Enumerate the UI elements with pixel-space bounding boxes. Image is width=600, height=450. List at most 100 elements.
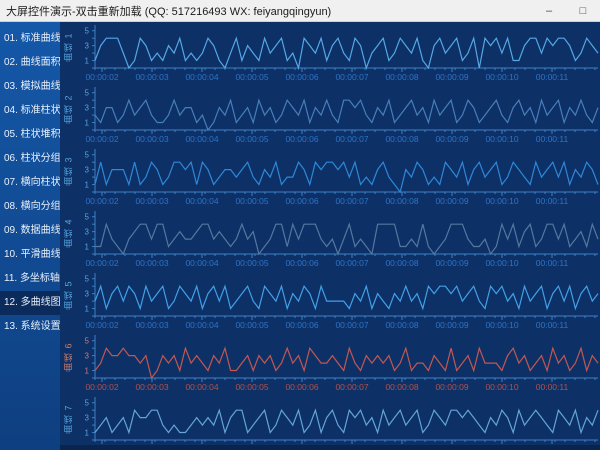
chart-panel[interactable]: 曲线 1 5 3 1 00:00:02 00:00:03 00:00:04 00:00:05 0… [60, 22, 600, 450]
y-tick-label: 1 [85, 243, 90, 252]
x-tick-label: 00:00:10 [485, 382, 518, 392]
y-tick-label: 5 [85, 151, 90, 160]
x-tick-label: 00:00:10 [485, 72, 518, 82]
app-window: 大屏控件演示-双击重新加载 (QQ: 517216493 WX: feiyang… [0, 0, 600, 450]
chart-svg: 53100:00:0200:00:0300:00:0400:00:0500:00… [76, 84, 600, 146]
x-tick-label: 00:00:02 [85, 320, 118, 330]
line-series [95, 100, 598, 130]
sidebar-item-10[interactable]: 10. 平滑曲线 [0, 243, 60, 267]
sidebar-item-09[interactable]: 09. 数据曲线 [0, 219, 60, 243]
sidebar-item-07[interactable]: 07. 横向柱状 [0, 171, 60, 195]
x-tick-label: 00:00:08 [385, 382, 418, 392]
y-tick-label: 5 [85, 89, 90, 98]
maximize-button[interactable]: □ [566, 0, 600, 22]
x-tick-label: 00:00:03 [135, 320, 168, 330]
chart-row-7: 曲线 7 5 3 1 [60, 394, 600, 450]
x-tick-label: 00:00:04 [185, 72, 218, 82]
x-tick-label: 00:00:03 [135, 258, 168, 268]
line-series [95, 348, 598, 378]
minimize-icon: – [546, 5, 552, 17]
x-tick-label: 00:00:05 [235, 382, 268, 392]
chart-row-5: 曲线 553100:00:0200:00:0300:00:0400:00:050… [60, 270, 600, 332]
y-tick-label: 5 [85, 399, 90, 408]
main-area: 01. 标准曲线02. 曲线面积03. 模拟曲线04. 标准柱状05. 柱状堆积… [0, 22, 600, 450]
x-tick-label: 00:00:03 [135, 72, 168, 82]
x-tick-label: 00:00:08 [385, 196, 418, 206]
x-tick-label: 00:00:06 [285, 196, 318, 206]
sidebar-item-08[interactable]: 08. 横向分组 [0, 195, 60, 219]
x-tick-label: 00:00:07 [335, 382, 368, 392]
chart-svg: 5 3 1 [76, 394, 600, 450]
maximize-icon: □ [580, 5, 587, 17]
chart-y-title: 曲线 5 [60, 270, 76, 320]
x-tick-label: 00:00:11 [536, 382, 569, 392]
x-tick-label: 00:00:04 [185, 134, 218, 144]
x-tick-label: 00:00:09 [435, 382, 468, 392]
chart-y-title: 曲线 6 [60, 332, 76, 382]
chart-svg: 53100:00:0200:00:0300:00:0400:00:0500:00… [76, 146, 600, 208]
x-tick-label: 00:00:06 [285, 320, 318, 330]
x-tick-label: 00:00:08 [385, 258, 418, 268]
x-tick-label: 00:00:04 [185, 320, 218, 330]
y-tick-label: 5 [85, 213, 90, 222]
sidebar-item-06[interactable]: 06. 柱状分组 [0, 147, 60, 171]
y-tick-label: 1 [85, 119, 90, 128]
y-tick-label: 1 [85, 305, 90, 314]
chart-row-3: 曲线 353100:00:0200:00:0300:00:0400:00:050… [60, 146, 600, 208]
line-series [95, 162, 598, 192]
chart-y-title: 曲线 3 [60, 146, 76, 196]
x-tick-label: 00:00:08 [385, 134, 418, 144]
sidebar-item-13[interactable]: 13. 系统设置 [0, 315, 60, 339]
sidebar-item-03[interactable]: 03. 模拟曲线 [0, 75, 60, 99]
y-tick-label: 1 [85, 181, 90, 190]
titlebar: 大屏控件演示-双击重新加载 (QQ: 517216493 WX: feiyang… [0, 0, 600, 22]
chart-svg: 53100:00:0200:00:0300:00:0400:00:0500:00… [76, 270, 600, 332]
x-tick-label: 00:00:04 [185, 382, 218, 392]
y-tick-label: 3 [85, 414, 90, 423]
axes [92, 397, 598, 444]
minimize-button[interactable]: – [532, 0, 566, 22]
y-tick-label: 1 [85, 429, 90, 438]
x-tick-label: 00:00:02 [85, 134, 118, 144]
x-tick-label: 00:00:05 [235, 134, 268, 144]
line-series [95, 224, 598, 254]
sidebar-item-05[interactable]: 05. 柱状堆积 [0, 123, 60, 147]
sidebar-item-12[interactable]: 12. 多曲线图 [0, 291, 60, 315]
x-tick-label: 00:00:02 [85, 196, 118, 206]
x-tick-label: 00:00:09 [435, 196, 468, 206]
x-tick-label: 00:00:10 [485, 134, 518, 144]
sidebar-item-11[interactable]: 11. 多坐标轴 [0, 267, 60, 291]
sidebar-item-04[interactable]: 04. 标准柱状 [0, 99, 60, 123]
x-tick-label: 00:00:10 [485, 258, 518, 268]
x-tick-label: 00:00:07 [335, 196, 368, 206]
x-tick-label: 00:00:06 [285, 382, 318, 392]
chart-y-title: 曲线 1 [60, 22, 76, 72]
x-tick-label: 00:00:09 [435, 72, 468, 82]
x-tick-label: 00:00:11 [536, 258, 569, 268]
y-tick-label: 3 [85, 104, 90, 113]
x-tick-label: 00:00:09 [435, 258, 468, 268]
y-tick-label: 3 [85, 290, 90, 299]
line-series [95, 38, 598, 68]
y-tick-label: 1 [85, 367, 90, 376]
chart-row-4: 曲线 453100:00:0200:00:0300:00:0400:00:050… [60, 208, 600, 270]
sidebar-item-01[interactable]: 01. 标准曲线 [0, 27, 60, 51]
x-tick-label: 00:00:09 [435, 320, 468, 330]
chart-row-2: 曲线 253100:00:0200:00:0300:00:0400:00:050… [60, 84, 600, 146]
sidebar-item-02[interactable]: 02. 曲线面积 [0, 51, 60, 75]
y-tick-label: 3 [85, 42, 90, 51]
x-tick-label: 00:00:02 [85, 72, 118, 82]
x-tick-label: 00:00:02 [85, 382, 118, 392]
sidebar: 01. 标准曲线02. 曲线面积03. 模拟曲线04. 标准柱状05. 柱状堆积… [0, 22, 60, 450]
x-tick-label: 00:00:10 [485, 196, 518, 206]
x-tick-label: 00:00:07 [335, 320, 368, 330]
y-tick-label: 3 [85, 228, 90, 237]
panel-bottom-strip [60, 445, 600, 450]
x-tick-label: 00:00:05 [235, 320, 268, 330]
x-tick-label: 00:00:07 [335, 134, 368, 144]
y-tick-label: 1 [85, 57, 90, 66]
x-tick-label: 00:00:08 [385, 320, 418, 330]
chart-y-title: 曲线 7 [60, 394, 76, 444]
x-tick-label: 00:00:05 [235, 196, 268, 206]
chart-svg: 53100:00:0200:00:0300:00:0400:00:0500:00… [76, 22, 600, 84]
